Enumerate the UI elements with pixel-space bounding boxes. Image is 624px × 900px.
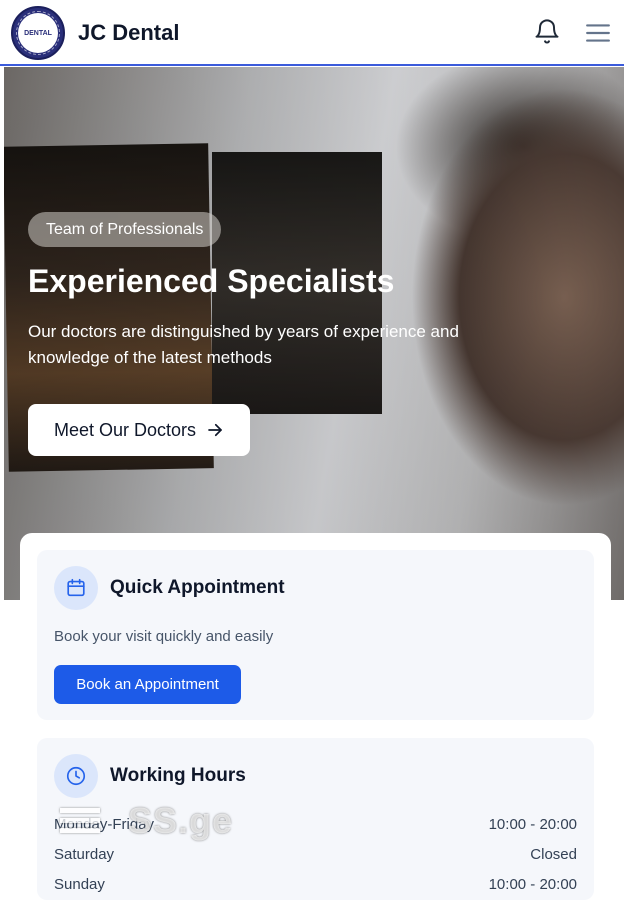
hours-row: Sunday 10:00 - 20:00	[54, 876, 577, 893]
hero-title: Experienced Specialists	[28, 263, 395, 299]
calendar-icon-badge	[54, 566, 98, 610]
book-appointment-button[interactable]: Book an Appointment	[54, 665, 241, 704]
appointment-text: Book your visit quickly and easily	[54, 628, 274, 645]
appointment-title: Quick Appointment	[110, 577, 285, 598]
watermark-logo	[60, 808, 100, 838]
clinic-logo[interactable]: DENTAL	[11, 6, 65, 60]
hero-badge: Team of Professionals	[28, 212, 222, 247]
clock-icon-badge	[54, 754, 98, 798]
logo-ring	[16, 11, 60, 55]
hours-day: Sunday	[54, 876, 105, 893]
clock-icon	[66, 766, 86, 786]
hours-row: Saturday Closed	[54, 846, 577, 863]
hero-subtitle: Our doctors are distinguished by years o…	[28, 322, 459, 367]
arrow-right-icon	[208, 423, 222, 437]
hours-time: 10:00 - 20:00	[488, 816, 577, 833]
meet-doctors-button[interactable]: Meet Our Doctors	[28, 404, 250, 456]
watermark-text: SS.ge	[128, 800, 234, 841]
hours-day: Saturday	[54, 846, 115, 863]
menu-icon[interactable]	[585, 22, 611, 44]
hours-time: Closed	[530, 846, 577, 863]
calendar-icon	[67, 578, 85, 597]
hero-banner: Team of Professionals Experienced Specia…	[4, 67, 624, 600]
meet-doctors-label: Meet Our Doctors	[54, 419, 197, 440]
bell-icon[interactable]	[533, 18, 561, 46]
app-header: DENTAL JC Dental	[0, 0, 624, 66]
brand-name[interactable]: JC Dental	[78, 20, 179, 46]
hours-time: 10:00 - 20:00	[488, 876, 577, 893]
working-hours-title: Working Hours	[110, 765, 246, 786]
